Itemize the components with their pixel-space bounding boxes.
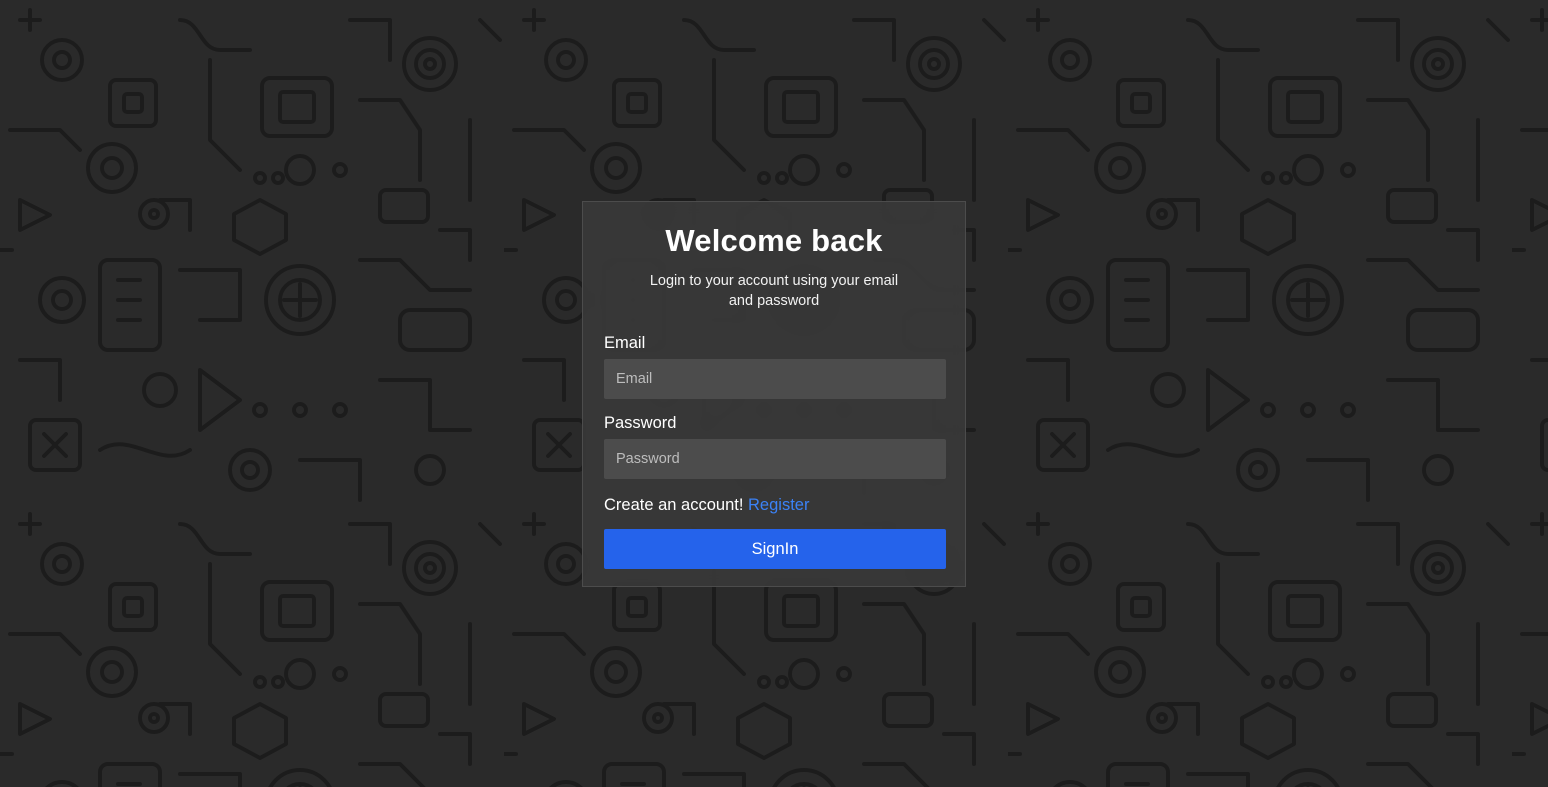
register-link[interactable]: Register: [748, 496, 809, 514]
login-subtitle: Login to your account using your email a…: [649, 273, 899, 309]
password-label: Password: [604, 414, 677, 432]
email-field[interactable]: [604, 359, 946, 399]
login-card: Welcome back Login to your account using…: [582, 201, 966, 587]
signin-button[interactable]: SignIn: [604, 529, 946, 569]
page-title: Welcome back: [665, 223, 883, 258]
email-label: Email: [604, 334, 646, 352]
password-field[interactable]: [604, 439, 946, 479]
register-prompt: Create an account!: [604, 496, 744, 514]
register-row: Create an account! Register: [604, 495, 944, 515]
